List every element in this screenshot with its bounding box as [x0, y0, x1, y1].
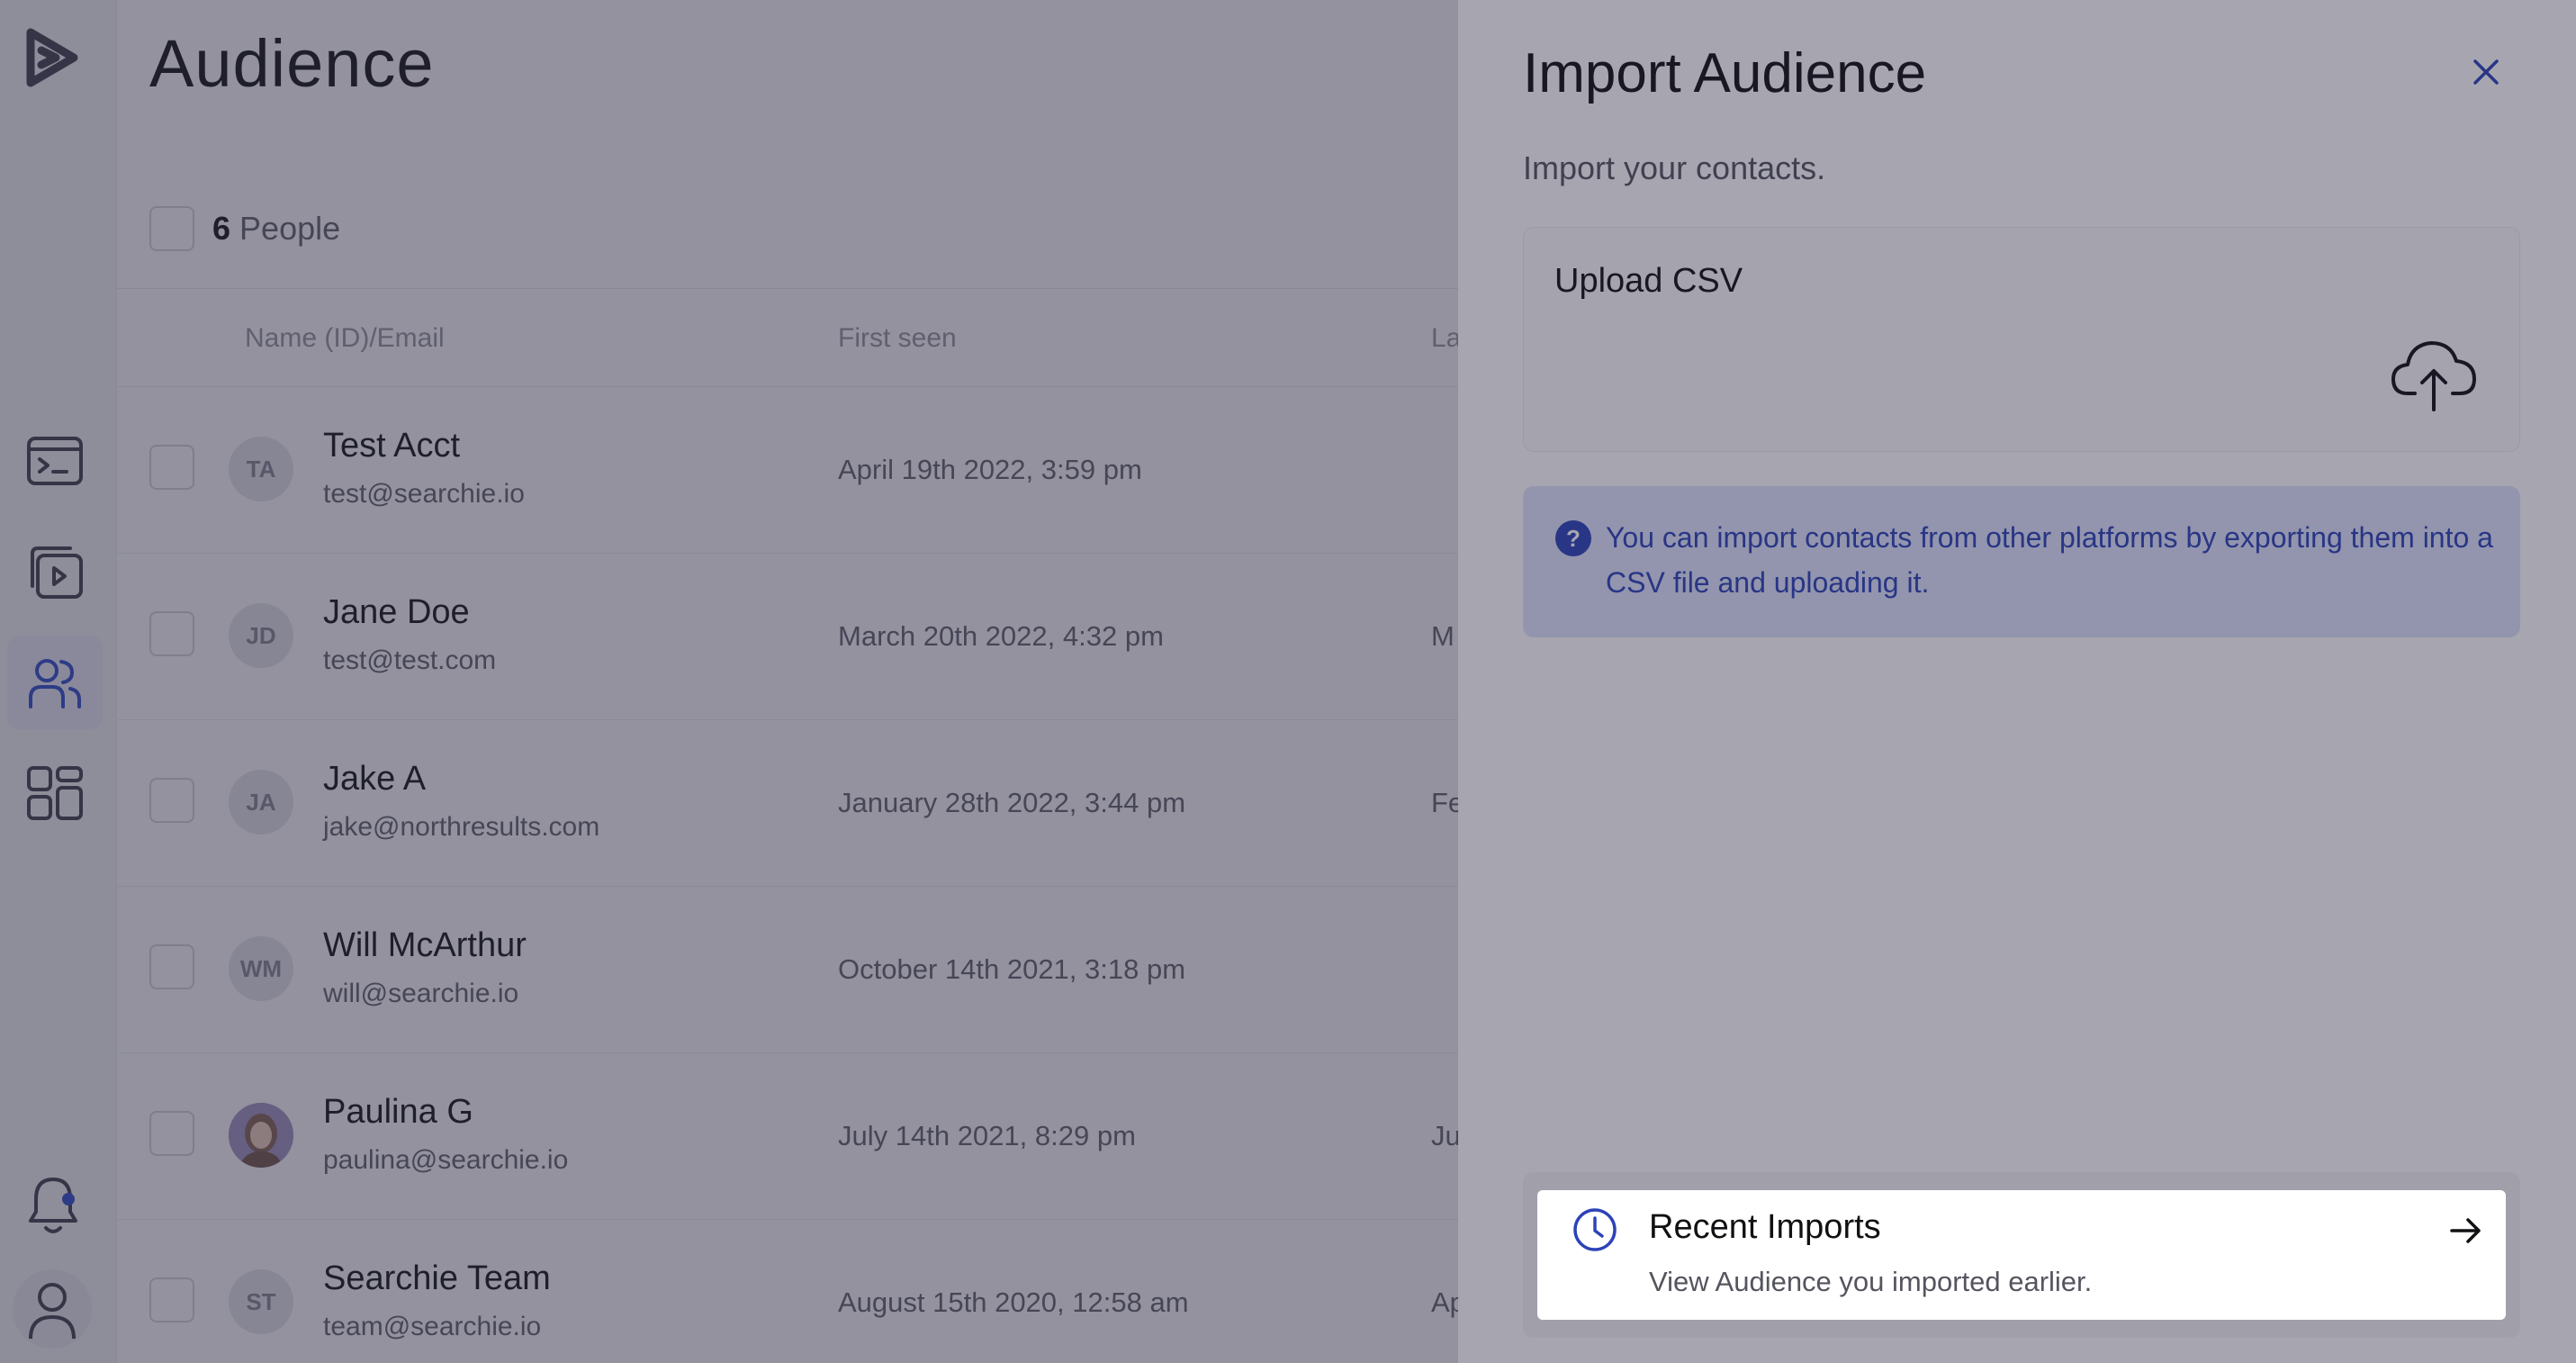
close-icon[interactable] — [2468, 54, 2504, 90]
cloud-upload-icon — [2391, 341, 2476, 411]
arrow-right-icon — [2450, 1218, 2481, 1243]
drawer-subtitle: Import your contacts. — [1523, 149, 1826, 186]
recent-imports-link[interactable]: Recent Imports View Audience you importe… — [1537, 1190, 2506, 1320]
info-callout: ? You can import contacts from other pla… — [1523, 486, 2520, 637]
recent-imports-title: Recent Imports — [1649, 1208, 1881, 1246]
upload-csv-dropzone[interactable]: Upload CSV — [1523, 227, 2520, 452]
upload-csv-label: Upload CSV — [1554, 262, 1743, 300]
import-audience-drawer: Import Audience Import your contacts. Up… — [1458, 0, 2576, 1363]
recent-imports-description: View Audience you imported earlier. — [1649, 1266, 2093, 1297]
drawer-title: Import Audience — [1523, 42, 1927, 104]
drawer-dim-layer — [1458, 0, 2576, 1363]
info-text: You can import contacts from other platf… — [1606, 521, 2493, 599]
clock-icon — [1573, 1208, 1617, 1251]
question-icon: ? — [1555, 520, 1591, 556]
